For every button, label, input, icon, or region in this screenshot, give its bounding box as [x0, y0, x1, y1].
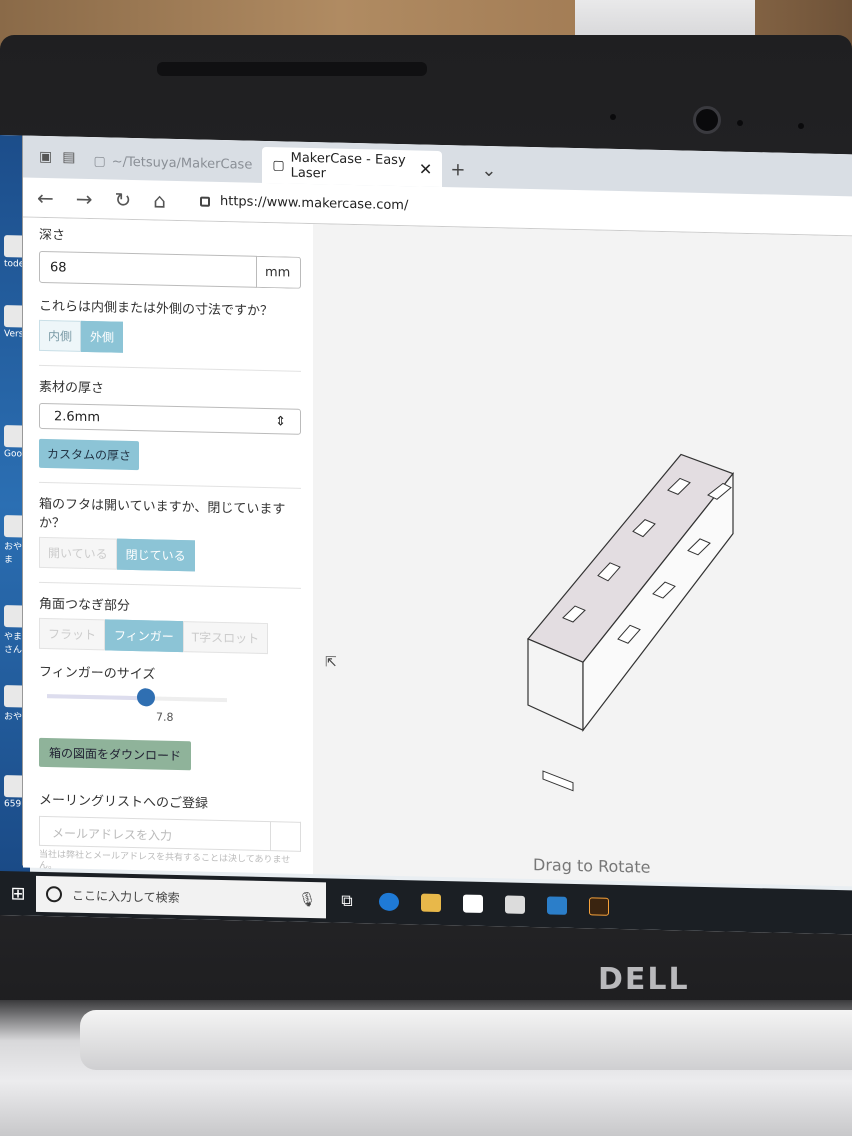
email-submit-button[interactable]	[271, 821, 301, 852]
email-signup: メールアドレスを入力	[39, 815, 301, 852]
tab-preview-icon[interactable]: ▣	[39, 149, 52, 165]
3d-viewport[interactable]: ⇱ Drag to Rotate	[313, 224, 852, 887]
finger-size-value: 7.8	[156, 710, 174, 724]
lid-toggle: 開いている 閉じている	[39, 536, 301, 574]
dell-logo: DELL	[598, 962, 690, 997]
mouse-cursor-icon: ⇱	[325, 654, 337, 671]
cortana-icon	[46, 886, 62, 903]
finger-slot	[542, 770, 574, 792]
email-input[interactable]: メールアドレスを入力	[39, 815, 271, 852]
sketch-app-icon[interactable]	[536, 883, 578, 928]
custom-thickness-button[interactable]: カスタムの厚さ	[39, 438, 140, 471]
material-value: 2.6mm	[54, 409, 101, 426]
divider	[39, 581, 301, 589]
finger-size-slider[interactable]: 7.8	[39, 684, 301, 724]
outside-option[interactable]: 外側	[81, 320, 124, 353]
edge-icon[interactable]	[368, 879, 410, 924]
search-placeholder: ここに入力して検索	[72, 888, 180, 905]
close-tab-icon[interactable]: ✕	[419, 159, 432, 178]
depth-unit: mm	[257, 255, 301, 289]
download-button[interactable]: 箱の図面をダウンロード	[39, 737, 192, 771]
tab-label: ~/Tetsuya/MakerCase	[111, 154, 253, 173]
tab-active[interactable]: ▢ MakerCase - Easy Laser ✕	[262, 146, 443, 188]
taskbar-search[interactable]: ここに入力して検索 🎙	[36, 875, 326, 919]
settings-panel: 深さ 68 mm これらは内側または外側の寸法ですか？ 内側 外側 素材の厚さ …	[23, 217, 313, 875]
joint-toggle: フラット フィンガー T字スロット	[39, 617, 301, 655]
box-model[interactable]	[313, 224, 852, 886]
lid-open-option[interactable]: 開いている	[39, 536, 117, 570]
inside-option[interactable]: 内側	[39, 319, 82, 352]
home-icon[interactable]: ⌂	[153, 188, 166, 212]
tab-inactive[interactable]: ▢ ~/Tetsuya/MakerCase	[83, 143, 262, 183]
divider	[39, 364, 301, 372]
windows-start-icon[interactable]: ⊞	[0, 871, 36, 916]
sensor-dot	[737, 120, 743, 126]
url-field[interactable]: https://www.makercase.com/	[200, 193, 409, 214]
forward-arrow-icon[interactable]: →	[76, 186, 93, 210]
dimension-question: これらは内側または外側の寸法ですか？	[39, 298, 274, 320]
slider-handle[interactable]	[137, 688, 155, 707]
page-content: 深さ 68 mm これらは内側または外側の寸法ですか？ 内側 外側 素材の厚さ …	[23, 217, 852, 887]
joint-label: 角面つなぎ部分	[39, 596, 131, 614]
lock-icon	[200, 196, 210, 207]
screen: todesk Versa Google おやま やまさん おや 659120 ▣…	[0, 135, 852, 935]
divider	[39, 481, 301, 489]
joint-tslot-option[interactable]: T字スロット	[182, 621, 269, 655]
page-icon: ▢	[272, 157, 285, 173]
tab-label: MakerCase - Easy Laser	[290, 150, 406, 182]
tab-actions: ▣ ▤	[31, 136, 83, 179]
depth-field: 68 mm	[39, 250, 301, 289]
finger-size-label: フィンガーのサイズ	[39, 664, 156, 683]
mailing-label: メーリングリストへのご登録	[39, 792, 209, 812]
task-view-icon[interactable]: ⧉	[326, 878, 368, 923]
material-label: 素材の厚さ	[39, 379, 105, 397]
store-icon[interactable]	[452, 881, 494, 926]
depth-input[interactable]: 68	[39, 250, 257, 288]
tab-list-button[interactable]: ⌄	[473, 152, 504, 189]
sensor-dot	[610, 114, 616, 120]
material-select[interactable]: 2.6mm ⇕	[39, 402, 301, 435]
microphone-icon[interactable]: 🎙	[298, 892, 316, 908]
back-arrow-icon[interactable]: ←	[37, 185, 54, 209]
refresh-icon[interactable]: ↻	[115, 187, 132, 211]
joint-flat-option[interactable]: フラット	[39, 617, 106, 651]
file-explorer-icon[interactable]	[410, 880, 452, 925]
mail-icon[interactable]	[494, 882, 536, 927]
browser-window: ▣ ▤ ▢ ~/Tetsuya/MakerCase ▢ MakerCase - …	[22, 135, 852, 887]
select-arrow-icon: ⇕	[275, 414, 286, 430]
bezel-slot	[157, 62, 427, 76]
drag-hint: Drag to Rotate	[533, 855, 651, 877]
lid-closed-option[interactable]: 閉じている	[116, 538, 195, 572]
depth-label: 深さ	[39, 227, 66, 244]
hinge-bar	[80, 1010, 852, 1070]
dimension-toggle: 内側 外側	[39, 319, 301, 357]
webcam	[693, 106, 721, 134]
joint-finger-option[interactable]: フィンガー	[105, 619, 183, 653]
url-text: https://www.makercase.com/	[220, 193, 409, 214]
page-icon: ▢	[93, 153, 106, 169]
sensor-dot	[798, 123, 804, 129]
slider-fill	[47, 694, 146, 701]
new-tab-button[interactable]: +	[442, 151, 473, 188]
tab-back-icon[interactable]: ▤	[62, 149, 75, 165]
lid-question: 箱のフタは開いていますか、閉じていますか？	[39, 496, 286, 532]
illustrator-icon[interactable]	[578, 884, 620, 929]
